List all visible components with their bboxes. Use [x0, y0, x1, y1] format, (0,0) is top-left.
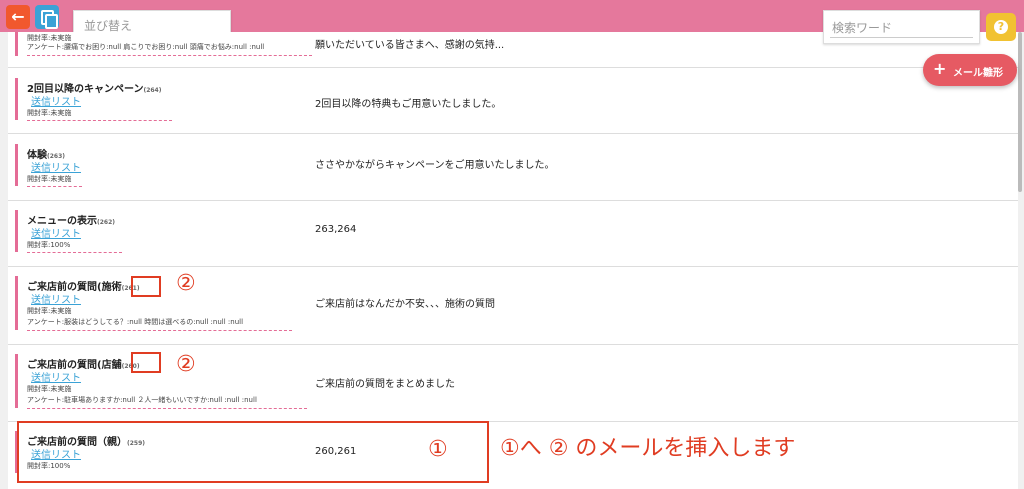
mail-number: (264) — [143, 87, 162, 94]
dashed-divider — [27, 252, 122, 253]
annotation-box-parent — [17, 421, 489, 483]
copy-icon-front — [45, 14, 58, 29]
accent-bar — [15, 78, 18, 120]
send-list-link[interactable]: 送信リスト — [31, 369, 81, 384]
accent-bar — [15, 276, 18, 330]
mail-number: (262) — [97, 219, 116, 226]
mail-description: ご来店前はなんだか不安、、、施術の質問 — [315, 299, 495, 310]
send-list-link[interactable]: 送信リスト — [31, 291, 81, 306]
accent-bar — [15, 144, 18, 186]
open-rate: 開封率:未実施 — [27, 307, 72, 315]
open-rate: 開封率:100% — [27, 241, 71, 249]
list-item[interactable]: 2回目以降のキャンペーン(264) 送信リスト 開封率:未実施 2回目以降の特典… — [8, 68, 1018, 134]
mail-description: ご来店前の質問をまとめました — [315, 379, 455, 390]
mail-description: 2回目以降の特典もご用意いたしました。 — [315, 99, 502, 110]
search-placeholder: 検索ワード — [832, 21, 893, 35]
mail-description: ささやかながらキャンペーンをご用意いたしました。 — [315, 160, 555, 171]
send-list-link[interactable]: 送信リスト — [31, 93, 81, 108]
help-button[interactable]: ? — [986, 13, 1016, 41]
annotation-instruction: ①へ ② のメールを挿入します — [500, 436, 796, 461]
survey-text: アンケート:腰痛でお困り:null 肩こりでお困り:null 頭痛でお悩み:nu… — [27, 43, 265, 51]
list-item[interactable]: メニューの表示(262) 送信リスト 開封率:100% 263,264 — [8, 201, 1018, 267]
annotation-number-2: ② — [176, 352, 196, 377]
help-icon: ? — [994, 20, 1008, 34]
accent-bar — [15, 354, 18, 408]
annotation-number-1: ① — [428, 437, 448, 462]
dashed-divider — [27, 55, 312, 56]
open-rate: 開封率:未実施 — [27, 109, 72, 117]
dashed-divider — [27, 120, 172, 121]
annotation-box-261 — [131, 276, 161, 297]
plus-icon: + — [933, 59, 947, 78]
accent-bar — [15, 32, 18, 56]
scrollbar[interactable] — [1018, 32, 1022, 192]
annotation-number-2: ② — [176, 271, 196, 296]
search-input[interactable]: 検索ワード — [823, 10, 980, 44]
send-list-link[interactable]: 送信リスト — [31, 159, 81, 174]
annotation-box-260 — [131, 352, 161, 373]
dashed-divider — [27, 408, 307, 409]
add-template-label: メール雛形 — [953, 68, 1003, 79]
back-arrow-icon: ← — [11, 7, 25, 26]
dashed-divider — [27, 186, 82, 187]
add-mail-template-button[interactable]: + メール雛形 — [923, 54, 1017, 86]
mail-description: 願いただいている皆さまへ、感謝の気持... — [315, 40, 505, 51]
dashed-divider — [27, 330, 292, 331]
open-rate: 開封率:未実施 — [27, 175, 72, 183]
back-button[interactable]: ← — [6, 5, 30, 29]
copy-button[interactable] — [35, 5, 59, 29]
search-underline — [830, 37, 973, 38]
send-list-link[interactable]: 送信リスト — [31, 225, 81, 240]
survey-text: アンケート:服装はどうしてる？:null 時間は選べるの:null :null … — [27, 318, 244, 326]
mail-description: 263,264 — [315, 224, 357, 235]
survey-text: アンケート:駐車場ありますか:null ２人一緒もいいですか:null :nul… — [27, 396, 257, 404]
accent-bar — [15, 210, 18, 252]
open-rate: 開封率:未実施 — [27, 385, 72, 393]
list-item[interactable]: 体験(263) 送信リスト 開封率:未実施 ささやかながらキャンペーンをご用意い… — [8, 134, 1018, 201]
